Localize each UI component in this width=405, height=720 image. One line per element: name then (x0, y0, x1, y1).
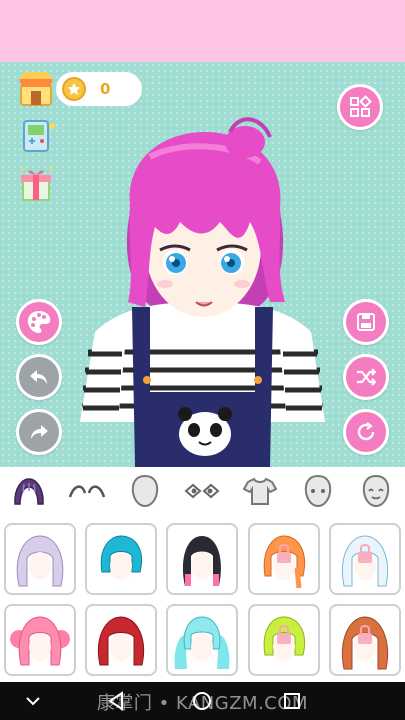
redo-icon (31, 425, 48, 439)
head-icon (304, 474, 332, 508)
save-icon (357, 313, 375, 331)
redo-button[interactable] (16, 409, 62, 455)
tab-head[interactable] (298, 471, 338, 511)
palette-icon (27, 311, 51, 333)
tab-shirt[interactable] (240, 471, 280, 511)
chevron-down-icon (26, 697, 40, 706)
recents-button[interactable] (280, 689, 304, 713)
category-grid-button[interactable] (337, 84, 383, 130)
coin-counter: 0 (56, 72, 142, 106)
save-button[interactable] (343, 299, 389, 345)
eyes-icon (184, 483, 220, 499)
hair-item-locked[interactable] (248, 604, 320, 676)
undo-button[interactable] (16, 354, 62, 400)
collapse-nav-button[interactable] (22, 691, 44, 711)
tab-eyes[interactable] (182, 471, 222, 511)
back-button[interactable] (104, 689, 128, 713)
category-tabs (0, 467, 405, 515)
game-console-icon[interactable] (18, 116, 58, 156)
face-shape-icon (131, 474, 158, 508)
hair-item[interactable] (166, 604, 238, 676)
tab-expression[interactable] (356, 471, 396, 511)
shirt-icon (243, 477, 278, 505)
reset-button[interactable] (343, 409, 389, 455)
reset-icon (357, 422, 375, 441)
coin-icon (62, 77, 86, 101)
recents-icon (284, 693, 300, 709)
hair-item[interactable] (4, 604, 76, 676)
hair-item[interactable] (85, 523, 157, 595)
tab-eyebrows[interactable] (67, 471, 107, 511)
tab-face-shape[interactable] (125, 471, 165, 511)
hair-item-locked[interactable] (248, 523, 320, 595)
back-icon (108, 691, 123, 711)
gift-box-icon[interactable] (16, 164, 56, 204)
undo-icon (30, 370, 47, 384)
system-nav-bar (0, 682, 405, 720)
top-banner (0, 0, 405, 62)
coin-value: 0 (100, 80, 111, 98)
character-stage: 0 (0, 62, 405, 467)
tab-hair[interactable] (9, 471, 49, 511)
category-grid-icon (350, 95, 372, 117)
hair-item-locked[interactable] (329, 523, 401, 595)
hair-item-locked[interactable] (329, 604, 401, 676)
hair-item[interactable] (4, 523, 76, 595)
hair-item[interactable] (166, 523, 238, 595)
shuffle-icon (357, 368, 377, 386)
shop-icon[interactable] (16, 68, 56, 108)
home-button[interactable] (190, 689, 214, 713)
shuffle-button[interactable] (343, 354, 389, 400)
hair-icon (14, 478, 44, 505)
home-icon (193, 692, 211, 710)
hair-item[interactable] (85, 604, 157, 676)
eyebrows-icon (68, 485, 105, 498)
palette-button[interactable] (16, 299, 62, 345)
expression-icon (362, 474, 390, 508)
hair-item-grid (0, 515, 405, 682)
